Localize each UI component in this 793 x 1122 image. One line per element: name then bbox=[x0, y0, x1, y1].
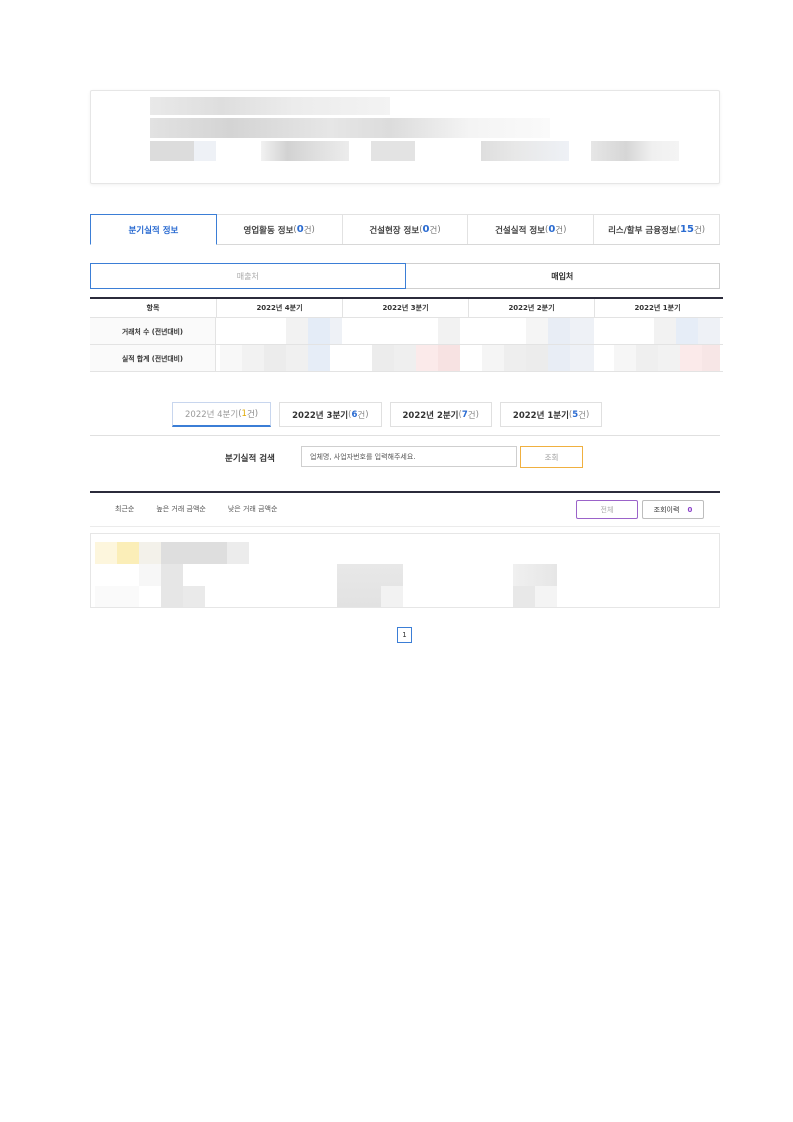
redacted-block bbox=[117, 542, 139, 564]
divider bbox=[90, 526, 720, 527]
all-button[interactable]: 전체 bbox=[576, 500, 638, 519]
quarter-label: 2022년 4분기 bbox=[185, 410, 239, 420]
redacted-cell bbox=[216, 318, 342, 344]
tab-count-suffix: 건 bbox=[429, 225, 438, 236]
quarterly-summary-table: 항목 2022년 4분기 2022년 3분기 2022년 2분기 2022년 1… bbox=[90, 297, 723, 372]
row-label: 실적 합계 (전년대비) bbox=[90, 345, 216, 371]
sort-high-amount-link[interactable]: 높은 거래 금액순 bbox=[156, 504, 206, 514]
divider bbox=[90, 491, 720, 493]
tab-count: 0 bbox=[422, 224, 430, 235]
redacted-cell bbox=[594, 345, 720, 371]
redacted-block bbox=[513, 564, 557, 586]
quarter-count-suffix: 건 bbox=[357, 410, 366, 421]
redacted-cell bbox=[342, 345, 468, 371]
redacted-block bbox=[261, 141, 349, 161]
redacted-block bbox=[150, 118, 550, 138]
company-info-card bbox=[90, 90, 720, 184]
quarter-label: 2022년 2분기 bbox=[402, 410, 459, 421]
sort-recent-link[interactable]: 최근순 bbox=[115, 504, 134, 514]
redacted-block bbox=[513, 586, 535, 607]
divider bbox=[90, 435, 720, 436]
tab-construction-performance[interactable]: 건설실적 정보 (0 건) bbox=[468, 214, 595, 244]
tab-count: 0 bbox=[548, 224, 556, 235]
quarter-tab-q2[interactable]: 2022년 2분기 (7 건) bbox=[389, 402, 492, 427]
column-header: 2022년 1분기 bbox=[594, 299, 720, 317]
table-row: 거래처 수 (전년대비) bbox=[90, 318, 723, 345]
result-item[interactable] bbox=[90, 533, 720, 608]
redacted-cell bbox=[468, 345, 594, 371]
redacted-block bbox=[161, 564, 183, 607]
quarter-tab-q1[interactable]: 2022년 1분기 (5 건) bbox=[499, 402, 603, 427]
tab-quarterly-performance[interactable]: 분기실적 정보 bbox=[90, 214, 217, 245]
tab-label: 영업활동 정보 bbox=[243, 225, 294, 236]
table-header-row: 항목 2022년 4분기 2022년 3분기 2022년 2분기 2022년 1… bbox=[90, 299, 723, 318]
tab-label: 건설현장 정보 bbox=[369, 225, 420, 236]
column-header: 2022년 2분기 bbox=[468, 299, 594, 317]
tab-count: 15 bbox=[680, 224, 694, 235]
redacted-cell bbox=[216, 345, 342, 371]
tab-sales-activity[interactable]: 영업활동 정보 (0 건) bbox=[216, 214, 343, 244]
tab-label: 분기실적 정보 bbox=[128, 225, 179, 236]
redacted-cell bbox=[342, 318, 468, 344]
redacted-block bbox=[371, 141, 415, 161]
quarter-tab-q3[interactable]: 2022년 3분기 (6 건) bbox=[279, 402, 382, 427]
row-label: 거래처 수 (전년대비) bbox=[90, 318, 216, 344]
sales-purchase-toggle: 매출처 매입처 bbox=[90, 263, 720, 289]
tab-label: 리스/할부 금융정보 bbox=[608, 225, 677, 236]
redacted-block bbox=[535, 586, 557, 607]
redacted-block bbox=[591, 141, 679, 161]
redacted-block bbox=[381, 586, 403, 607]
purchase-toggle-button[interactable]: 매입처 bbox=[405, 263, 720, 289]
column-header: 항목 bbox=[146, 304, 160, 312]
quarter-count-suffix: 건 bbox=[578, 410, 586, 421]
quarter-tab-q4[interactable]: 2022년 4분기 (1 건) bbox=[172, 402, 272, 427]
search-label: 분기실적 검색 bbox=[225, 454, 275, 464]
tab-count-suffix: 건 bbox=[693, 225, 702, 236]
search-input[interactable] bbox=[301, 446, 517, 467]
quarter-tabs: 2022년 4분기 (1 건) 2022년 3분기 (6 건) 2022년 2분기 … bbox=[172, 402, 603, 427]
column-header: 2022년 4분기 bbox=[216, 299, 342, 317]
history-count: 0 bbox=[687, 505, 693, 514]
main-tabs: 분기실적 정보 영업활동 정보 (0 건) 건설현장 정보 (0 건) 건설실적 정… bbox=[90, 214, 720, 245]
tab-lease-finance[interactable]: 리스/할부 금융정보 (15 건) bbox=[594, 214, 720, 244]
quarter-count-suffix: 건 bbox=[467, 410, 476, 421]
quarter-count-suffix: 건 bbox=[246, 410, 255, 420]
redacted-block bbox=[139, 564, 161, 586]
quarter-label: 2022년 3분기 bbox=[292, 410, 349, 421]
redacted-cell bbox=[594, 318, 720, 344]
sales-toggle-button[interactable]: 매출처 bbox=[90, 263, 406, 289]
sort-low-amount-link[interactable]: 낮은 거래 금액순 bbox=[228, 504, 278, 514]
redacted-block bbox=[481, 141, 569, 161]
redacted-block bbox=[183, 586, 205, 607]
tab-construction-site[interactable]: 건설현장 정보 (0 건) bbox=[342, 214, 469, 244]
column-header: 2022년 3분기 bbox=[342, 299, 468, 317]
redacted-block bbox=[150, 141, 194, 161]
table-row: 실적 합계 (전년대비) bbox=[90, 345, 723, 372]
sort-options: 최근순 높은 거래 금액순 낮은 거래 금액순 bbox=[115, 504, 277, 514]
tab-label: 건설실적 정보 bbox=[495, 225, 545, 236]
tab-count-suffix: 건 bbox=[303, 225, 312, 236]
redacted-block bbox=[227, 542, 249, 564]
redacted-block bbox=[139, 542, 161, 564]
history-label: 조회이력 bbox=[653, 505, 680, 514]
history-button[interactable]: 조회이력 0 bbox=[642, 500, 704, 519]
pagination-page-button[interactable]: 1 bbox=[397, 627, 412, 643]
redacted-block bbox=[95, 586, 139, 607]
tab-count: 0 bbox=[296, 224, 304, 235]
redacted-block bbox=[150, 97, 390, 115]
search-button[interactable]: 조회 bbox=[520, 446, 583, 468]
redacted-block bbox=[161, 542, 227, 564]
tab-count-suffix: 건 bbox=[555, 225, 564, 236]
redacted-block bbox=[95, 542, 117, 564]
redacted-cell bbox=[468, 318, 594, 344]
quarter-label: 2022년 1분기 bbox=[512, 410, 569, 421]
redacted-block bbox=[194, 141, 216, 161]
